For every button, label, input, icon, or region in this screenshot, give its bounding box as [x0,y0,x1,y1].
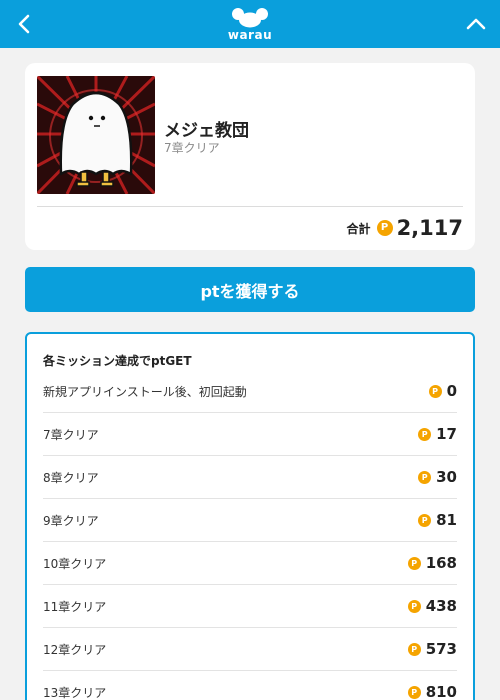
mission-points-value: 573 [425,640,457,658]
mission-points: P 168 [407,554,457,572]
missions-title: 各ミッション達成でptGET [43,354,192,368]
mission-points: P 810 [407,683,457,700]
point-coin-icon: P [418,427,432,441]
mission-points: P 30 [418,468,457,486]
mission-points-value: 0 [446,382,457,400]
mission-label: 12章クリア [43,642,107,657]
mission-points-value: 17 [436,425,457,443]
mission-list: 新規アプリインストール後、初回起動 P 0 7章クリア P 17 8章クリア P 30 9章クリア… [43,370,457,700]
mission-points: P 573 [407,640,457,658]
total-points: 合計 P 2,117 [347,215,463,241]
warau-logo[interactable]: warau [225,6,275,42]
mission-points-value: 30 [436,468,457,486]
mission-row: 8章クリア P 30 [43,456,457,499]
mission-points: P0 [428,382,457,400]
mission-label: 13章クリア [43,685,107,700]
mission-label: 新規アプリインストール後、初回起動 [43,384,247,399]
header-bar: warau [0,0,500,48]
get-points-button[interactable]: ptを獲得する [25,267,475,312]
point-coin-icon: P [407,642,421,656]
chevron-up-icon [466,18,486,30]
point-coin-icon: P [428,384,442,398]
point-coin-icon: P [407,556,421,570]
mission-points-value: 81 [436,511,457,529]
app-name: メジェ教団 [164,121,249,141]
total-label: 合計 [346,221,371,236]
mission-row: 7章クリア P 17 [43,413,457,456]
point-coin-icon: P [407,685,421,699]
mission-label: 10章クリア [43,556,107,571]
mission-points: P 17 [418,425,457,443]
point-coin-icon: P [376,220,393,236]
mission-points: P 438 [407,597,457,615]
mission-row: 12章クリア P 573 [43,628,457,671]
card-divider [37,206,463,207]
app-status: 7章クリア [164,141,220,155]
mission-row: 10章クリア P 168 [43,542,457,585]
app-thumbnail [37,76,155,194]
ghost-icon [37,76,155,194]
missions-panel: 各ミッション達成でptGET 新規アプリインストール後、初回起動 P 0 7章クリア P… [25,332,475,700]
mascot-icon [232,8,268,28]
scroll-top-button[interactable] [452,0,500,48]
mission-row: 11章クリア P 438 [43,585,457,628]
mission-label: 9章クリア [43,513,99,528]
mission-label: 7章クリア [43,427,99,442]
mission-points-value: 810 [425,683,457,700]
mission-row: 13章クリア P 810 [43,671,457,700]
point-coin-icon: P [418,470,432,484]
mission-label: 8章クリア [43,470,99,485]
logo-text: warau [227,28,273,42]
total-value: 2,117 [396,216,463,240]
mission-points-value: 438 [425,597,457,615]
mission-row: 9章クリア P 81 [43,499,457,542]
back-button[interactable] [0,0,48,48]
mission-points: P 81 [418,511,457,529]
mission-points-value: 168 [425,554,457,572]
chevron-left-icon [18,14,30,34]
mission-row: 新規アプリインストール後、初回起動 P 0 [43,370,457,413]
app-card: メジェ教団 7章クリア 合計 P 2,117 [25,63,475,250]
mission-label: 11章クリア [43,599,107,614]
point-coin-icon: P [407,599,421,613]
point-coin-icon: P [418,513,432,527]
